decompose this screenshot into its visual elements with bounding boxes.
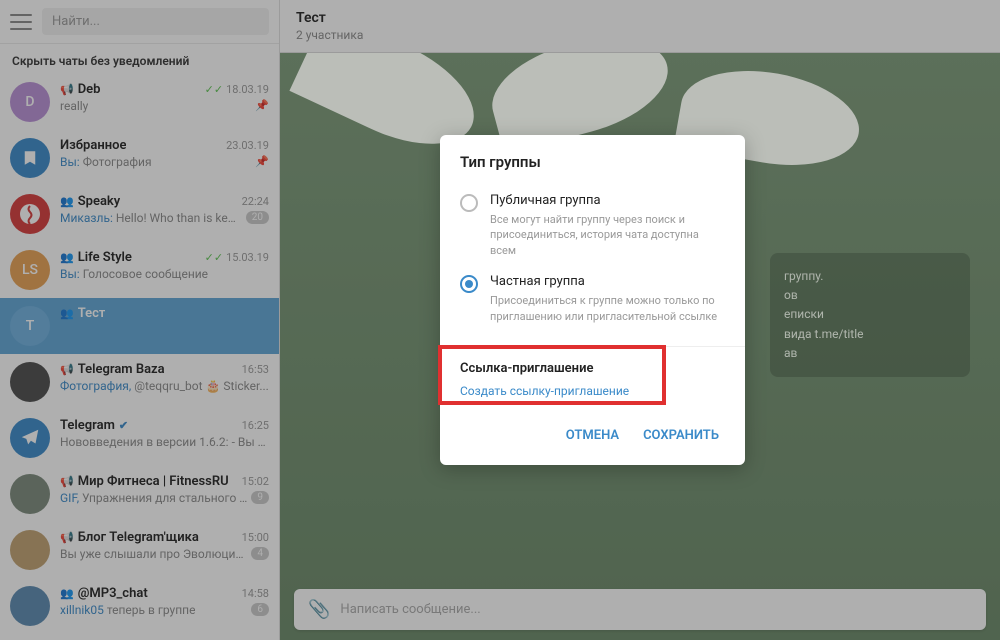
save-button[interactable]: СОХРАНИТЬ: [635, 422, 727, 449]
radio-option[interactable]: Публичная группа Все могут найти группу ч…: [460, 185, 725, 266]
create-invite-link[interactable]: Создать ссылку-приглашение: [460, 384, 725, 398]
radio-icon: [460, 275, 478, 293]
dialog-footer: ОТМЕНА СОХРАНИТЬ: [440, 408, 745, 465]
invite-title: Ссылка-приглашение: [460, 361, 725, 376]
radio-icon: [460, 194, 478, 212]
option-label: Частная группа: [490, 274, 725, 289]
option-desc: Присоединиться к группе можно только по …: [490, 293, 725, 324]
invite-section: Ссылка-приглашение Создать ссылку-пригла…: [440, 347, 745, 408]
dialog-options: Публичная группа Все могут найти группу ч…: [440, 185, 745, 340]
cancel-button[interactable]: ОТМЕНА: [558, 422, 627, 449]
option-label: Публичная группа: [490, 193, 725, 208]
dialog-title: Тип группы: [440, 135, 745, 185]
group-type-dialog: Тип группы Публичная группа Все могут най…: [440, 135, 745, 465]
radio-option[interactable]: Частная группа Присоединиться к группе мо…: [460, 266, 725, 332]
option-desc: Все могут найти группу через поиск и при…: [490, 212, 725, 258]
